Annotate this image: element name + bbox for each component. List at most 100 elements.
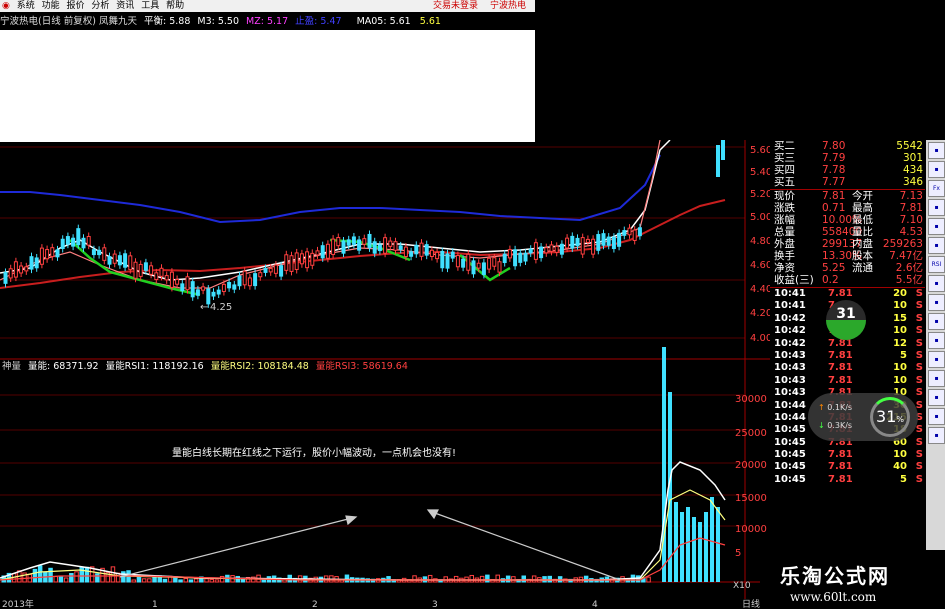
tick-row: 10:41 7.81 20 S (770, 288, 925, 300)
tick-time: 10:41 (774, 300, 806, 312)
price-tick: 4.00 (750, 333, 770, 344)
candle-body (440, 250, 445, 269)
kline-chart[interactable]: 4.25 ← 5.60 5.40 5.20 5.00 4.80 4.60 4.40 4.20 4… (0, 140, 770, 609)
volume-white-line (0, 461, 726, 581)
price-axis: 5.60 5.40 5.20 5.00 4.80 4.60 4.40 4.20 4.00 (750, 145, 770, 344)
candle-body (461, 258, 466, 268)
volume-bar (74, 571, 79, 583)
book-icon[interactable]: ▪ (928, 294, 945, 311)
candle-body (185, 276, 190, 291)
list2-icon[interactable]: ▪ (928, 332, 945, 349)
tick-side: S (915, 449, 923, 461)
quote-label-2: 内盘 (852, 238, 873, 250)
candle-body (195, 289, 200, 296)
tick-volume: 12 (893, 337, 907, 349)
tool-icon[interactable]: ▪ (928, 351, 945, 368)
candle-body (211, 291, 216, 297)
blank-panel (0, 30, 535, 142)
candle-body (409, 251, 414, 257)
quote-row: 净资 5.25 流通 2.6亿 (770, 262, 925, 274)
order-book-row[interactable]: 买五 7.77 346 (770, 176, 925, 188)
volume-bar (710, 497, 714, 582)
quote-row: 现价 7.81 今开 7.13 (770, 190, 925, 202)
tick-row: 10:45 7.81 10 S (770, 449, 925, 461)
speed-gauge-widget[interactable]: ↑ 0.1K/s ↓ 0.3K/s 31% (808, 393, 918, 441)
candle-body (34, 257, 39, 269)
candle-body (299, 253, 304, 265)
candle-body (60, 238, 65, 250)
tick-time: 10:42 (774, 337, 806, 349)
tick-time: 10:41 (774, 288, 806, 299)
app-logo-icon: ◉ (2, 1, 10, 11)
stock-name-link[interactable]: 宁波热电 (490, 0, 526, 12)
kline-icon[interactable]: ▪ (928, 199, 945, 216)
list-icon[interactable]: ▪ (928, 275, 945, 292)
menu-item-help[interactable]: 帮助 (166, 1, 184, 11)
candle-body (570, 235, 575, 249)
plus-icon[interactable]: ▪ (928, 408, 945, 425)
volume-axis-unit: X10 (733, 581, 751, 591)
tick-volume: 10 (893, 300, 907, 312)
volume-bar (692, 517, 696, 582)
x-axis-period[interactable]: 日线 (742, 598, 760, 609)
zoom-icon[interactable]: ▪ (928, 161, 945, 178)
volume-tick: 20000 (735, 460, 767, 471)
tick-time: 10:45 (774, 473, 806, 485)
quote-label-1: 现价 (774, 190, 795, 202)
x-axis-month-4: 4 (592, 600, 598, 609)
small-gauge-widget[interactable]: 31 (826, 300, 866, 340)
quote-value-2: 7.47亿 (889, 250, 923, 262)
rsi-icon[interactable]: RSI (928, 256, 945, 273)
candle-body (76, 228, 81, 246)
candle-body (575, 237, 580, 247)
fx-icon[interactable]: Fx (928, 180, 945, 197)
price-tick: 4.60 (750, 260, 770, 271)
order-book-row[interactable]: 买四 7.78 434 (770, 164, 925, 176)
ma05-value: MA05: 5.61 (356, 16, 411, 27)
volume-tick: 25000 (735, 428, 767, 439)
x-axis-year: 2013年 (2, 598, 34, 609)
trade-login-link[interactable]: 交易未登录 (433, 0, 478, 12)
refresh-icon[interactable]: ▪ (928, 313, 945, 330)
candle-body (8, 268, 13, 279)
x-axis-month-1: 1 (152, 600, 158, 609)
order-book-row[interactable]: 买三 7.79 301 (770, 152, 925, 164)
quote-label-2: 流通 (852, 262, 873, 274)
volume-axis: 30000 25000 20000 15000 10000 5 (735, 394, 767, 559)
candle-body (81, 237, 86, 249)
menu-bar: ◉ 系统 功能 报价 分析 资讯 工具 帮助 交易未登录 宁波热电 (0, 0, 535, 12)
menu-item-quote[interactable]: 报价 (67, 1, 85, 11)
volume-bar (698, 522, 702, 582)
quote-row: 总量 558400 量比 4.53 (770, 226, 925, 238)
table-icon[interactable]: ▪ (928, 389, 945, 406)
order-book-row[interactable]: 买二 7.80 5542 (770, 140, 925, 152)
candle-body (539, 246, 544, 259)
volume-bar (131, 579, 136, 583)
menu-item-analysis[interactable]: 分析 (91, 1, 109, 11)
menu-item-function[interactable]: 功能 (42, 1, 60, 11)
candle-body (331, 238, 336, 255)
candle-body (315, 250, 320, 256)
volume-bar (583, 575, 589, 583)
x-axis-month-3: 3 (432, 600, 438, 609)
compare-icon[interactable]: ▪ (928, 237, 945, 254)
grid-icon[interactable]: ▪ (928, 370, 945, 387)
tick-time: 10:45 (774, 461, 806, 473)
chart-icon[interactable]: ▪ (928, 218, 945, 235)
tick-side: S (915, 362, 923, 374)
candle-body (133, 261, 138, 279)
menu-icon[interactable]: ▪ (928, 142, 945, 159)
menu-item-news[interactable]: 资讯 (116, 1, 134, 11)
candle-body (487, 257, 492, 270)
menu-item-system[interactable]: 系统 (17, 1, 35, 11)
candle-body (611, 236, 616, 250)
volume-bar (32, 568, 38, 583)
volume-bar (162, 578, 168, 583)
tick-row: 10:43 7.81 5 S (770, 350, 925, 362)
chat-icon[interactable]: ▪ (928, 427, 945, 444)
rsi2-value: 量能RSI2: 108184.48 (211, 360, 309, 372)
tick-side: S (915, 325, 923, 337)
tick-volume: 15 (893, 312, 907, 324)
menu-item-tools[interactable]: 工具 (141, 1, 159, 11)
candle-body (268, 267, 273, 273)
